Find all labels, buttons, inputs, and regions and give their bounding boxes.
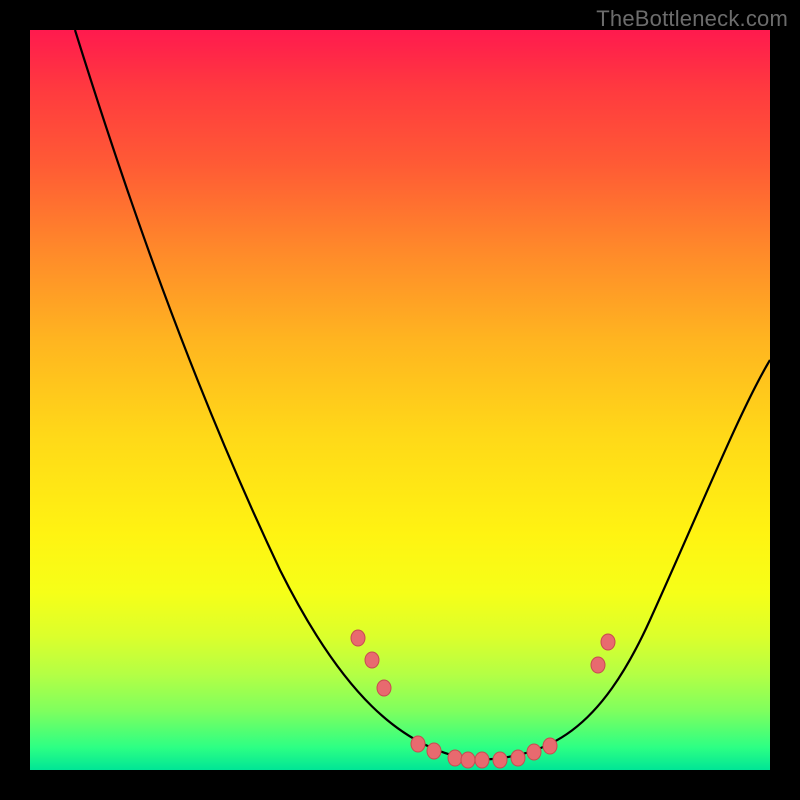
- chart-frame: TheBottleneck.com: [0, 0, 800, 800]
- highlight-point: [601, 634, 615, 650]
- highlight-point: [543, 738, 557, 754]
- highlight-point: [427, 743, 441, 759]
- highlight-point: [365, 652, 379, 668]
- highlight-point: [493, 752, 507, 768]
- highlight-point: [461, 752, 475, 768]
- highlight-point: [511, 750, 525, 766]
- attribution-label: TheBottleneck.com: [596, 6, 788, 32]
- highlight-point: [351, 630, 365, 646]
- highlight-point: [591, 657, 605, 673]
- highlight-points-group: [351, 630, 615, 768]
- highlight-point: [475, 752, 489, 768]
- highlight-point: [527, 744, 541, 760]
- chart-overlay: [30, 30, 770, 770]
- bottleneck-curve: [75, 30, 770, 760]
- highlight-point: [411, 736, 425, 752]
- highlight-point: [377, 680, 391, 696]
- plot-area: [30, 30, 770, 770]
- highlight-point: [448, 750, 462, 766]
